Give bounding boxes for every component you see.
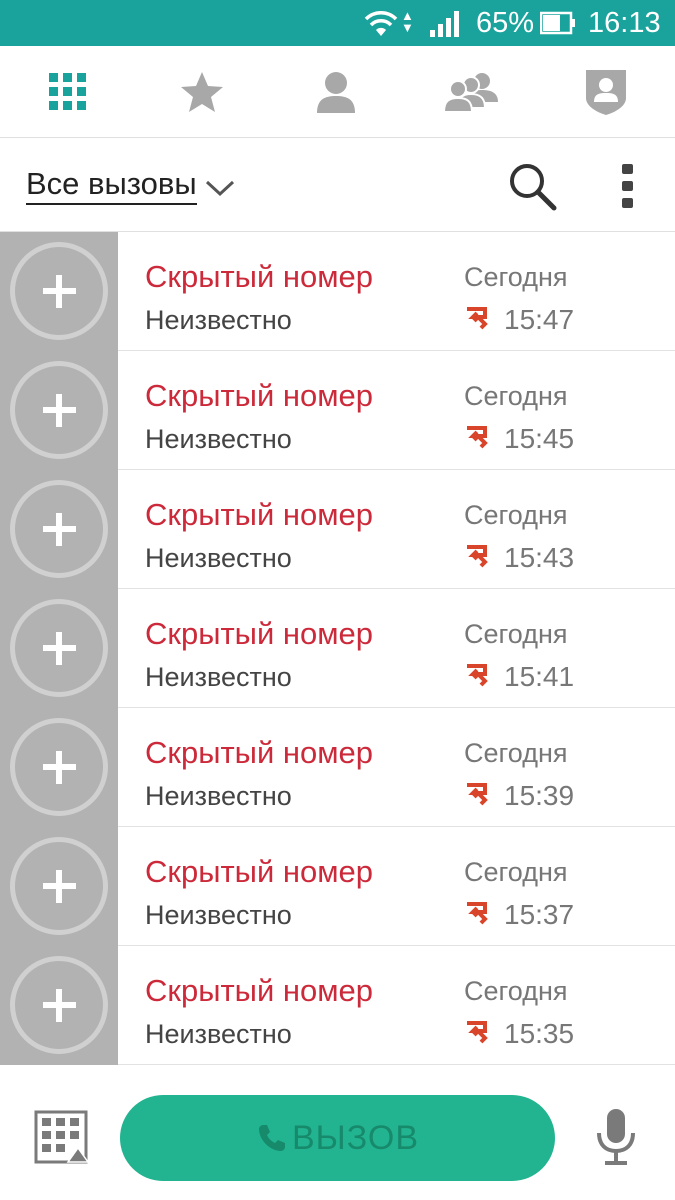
caller-number-label: Неизвестно	[145, 900, 292, 930]
caller-number-label: Неизвестно	[145, 662, 292, 692]
caller-name: Скрытый номер	[145, 616, 374, 651]
call-time: 15:39	[504, 780, 575, 811]
call-time: 15:43	[504, 542, 575, 573]
dialpad-toggle-icon[interactable]	[34, 1110, 88, 1164]
status-bar: ▲ ▼ 65% 16:13	[0, 0, 675, 46]
battery-percent: 65%	[476, 7, 535, 39]
caller-number-label: Неизвестно	[145, 305, 292, 335]
missed-call-icon	[467, 664, 488, 687]
call-log-row[interactable]: Скрытый номер Неизвестно Сегодня 15:35	[0, 946, 675, 1065]
filter-row: Все вызовы	[0, 138, 675, 232]
tab-bar	[0, 46, 675, 138]
microphone-icon[interactable]	[592, 1107, 640, 1169]
tab-dialpad[interactable]	[3, 46, 133, 138]
add-contact-button[interactable]	[0, 351, 118, 470]
call-time: 15:47	[504, 304, 575, 335]
tab-groups[interactable]	[406, 46, 536, 138]
call-log-row[interactable]: Скрытый номер Неизвестно Сегодня 15:43	[0, 470, 675, 589]
people-icon	[442, 73, 498, 112]
call-log-row[interactable]: Скрытый номер Неизвестно Сегодня 15:39	[0, 708, 675, 827]
status-clock: 16:13	[588, 7, 661, 39]
add-contact-button[interactable]	[0, 470, 118, 589]
plus-icon	[43, 513, 76, 546]
person-icon	[317, 72, 355, 113]
missed-call-icon	[467, 545, 488, 568]
shield-person-icon	[586, 70, 626, 115]
call-date: Сегодня	[464, 381, 568, 411]
missed-call-icon	[467, 902, 488, 925]
call-log-row[interactable]: Скрытый номер Неизвестно Сегодня 15:45	[0, 351, 675, 470]
call-date: Сегодня	[464, 500, 568, 530]
tab-contacts[interactable]	[271, 46, 401, 138]
call-date: Сегодня	[464, 857, 568, 887]
data-activity-icon: ▲ ▼	[401, 8, 414, 35]
caller-name: Скрытый номер	[145, 497, 374, 532]
plus-icon	[43, 394, 76, 427]
more-options-icon[interactable]	[612, 160, 644, 212]
call-button-label: ВЫЗОВ	[291, 1118, 420, 1157]
missed-call-icon	[467, 307, 488, 330]
call-log-list: Скрытый номер Неизвестно Сегодня 15:47 Скрыт…	[0, 232, 675, 1065]
add-contact-button[interactable]	[0, 232, 118, 351]
caller-name: Скрытый номер	[145, 973, 374, 1008]
call-log-row[interactable]: Скрытый номер Неизвестно Сегодня 15:41	[0, 589, 675, 708]
missed-call-icon	[467, 1021, 488, 1044]
missed-call-icon	[467, 426, 488, 449]
call-time: 15:41	[504, 661, 575, 692]
signal-icon	[430, 11, 459, 37]
missed-call-icon	[467, 783, 488, 806]
tab-favorites[interactable]	[137, 46, 267, 138]
call-button[interactable]: ВЫЗОВ	[120, 1095, 555, 1181]
search-icon[interactable]	[506, 160, 558, 212]
phone-icon	[258, 1125, 285, 1151]
caller-name: Скрытый номер	[145, 735, 374, 770]
caller-name: Скрытый номер	[145, 854, 374, 889]
plus-icon	[43, 989, 76, 1022]
star-icon	[181, 72, 223, 112]
call-time: 15:45	[504, 423, 575, 454]
battery-icon	[540, 11, 575, 35]
call-log-row[interactable]: Скрытый номер Неизвестно Сегодня 15:37	[0, 827, 675, 946]
call-time: 15:37	[504, 899, 575, 930]
caller-name: Скрытый номер	[145, 259, 374, 294]
plus-icon	[43, 870, 76, 903]
add-contact-button[interactable]	[0, 589, 118, 708]
plus-icon	[43, 275, 76, 308]
tab-profile[interactable]	[541, 46, 671, 138]
caller-number-label: Неизвестно	[145, 543, 292, 573]
bottom-bar: ВЫЗОВ	[0, 1076, 675, 1200]
call-date: Сегодня	[464, 738, 568, 768]
call-log-row[interactable]: Скрытый номер Неизвестно Сегодня 15:47	[0, 232, 675, 351]
chevron-down-icon	[205, 180, 234, 197]
wifi-icon	[364, 11, 398, 36]
call-date: Сегодня	[464, 976, 568, 1006]
call-date: Сегодня	[464, 262, 568, 292]
grid-icon	[49, 73, 86, 110]
caller-number-label: Неизвестно	[145, 424, 292, 454]
plus-icon	[43, 632, 76, 665]
add-contact-button[interactable]	[0, 827, 118, 946]
add-contact-button[interactable]	[0, 946, 118, 1065]
caller-number-label: Неизвестно	[145, 781, 292, 811]
add-contact-button[interactable]	[0, 708, 118, 827]
plus-icon	[43, 751, 76, 784]
call-filter-dropdown[interactable]: Все вызовы	[26, 166, 235, 206]
call-date: Сегодня	[464, 619, 568, 649]
call-time: 15:35	[504, 1018, 575, 1049]
caller-name: Скрытый номер	[145, 378, 374, 413]
caller-number-label: Неизвестно	[145, 1019, 292, 1049]
call-filter-label: Все вызовы	[26, 167, 197, 205]
